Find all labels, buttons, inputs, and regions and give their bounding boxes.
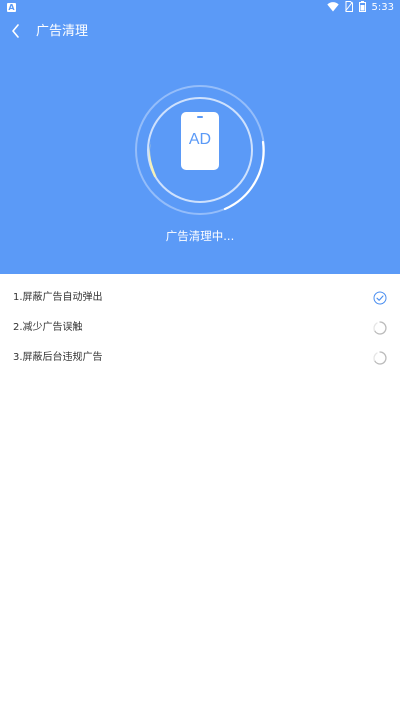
- task-label: 3.屏蔽后台违规广告: [13, 352, 103, 363]
- page-title: 广告清理: [36, 24, 89, 39]
- list-item: 2.减少广告误触: [0, 313, 400, 343]
- task-label: 2.减少广告误触: [13, 322, 83, 333]
- app-notification-icon: A: [7, 3, 16, 12]
- scan-status-text: 广告清理中...: [165, 229, 235, 243]
- task-list: 1.屏蔽广告自动弹出 2.减少广告误触 3.屏蔽后台违规广告: [0, 283, 400, 373]
- loading-spinner-icon: [373, 320, 387, 335]
- chevron-left-icon: [11, 23, 21, 42]
- list-item: 3.屏蔽后台违规广告: [0, 343, 400, 373]
- phone-ad-icon: AD: [181, 112, 219, 170]
- battery-icon: [358, 1, 366, 15]
- check-circle-icon: [373, 290, 387, 305]
- phone-notch: [197, 116, 203, 118]
- loading-spinner-icon: [373, 350, 387, 365]
- ad-badge-text: AD: [188, 131, 212, 148]
- task-label: 1.屏蔽广告自动弹出: [13, 292, 103, 303]
- status-right-group: 5:33: [326, 1, 394, 15]
- toolbar: 广告清理: [0, 16, 400, 48]
- list-item: 1.屏蔽广告自动弹出: [0, 283, 400, 313]
- header-hero: A 5:33 广告清理 AD 广告清理中...: [0, 0, 400, 274]
- wifi-icon: [326, 1, 339, 15]
- clock: 5:33: [371, 2, 394, 13]
- no-sim-icon: [344, 1, 353, 15]
- status-bar: A 5:33: [0, 0, 400, 16]
- scan-animation: AD: [130, 80, 270, 220]
- back-button[interactable]: [4, 20, 28, 44]
